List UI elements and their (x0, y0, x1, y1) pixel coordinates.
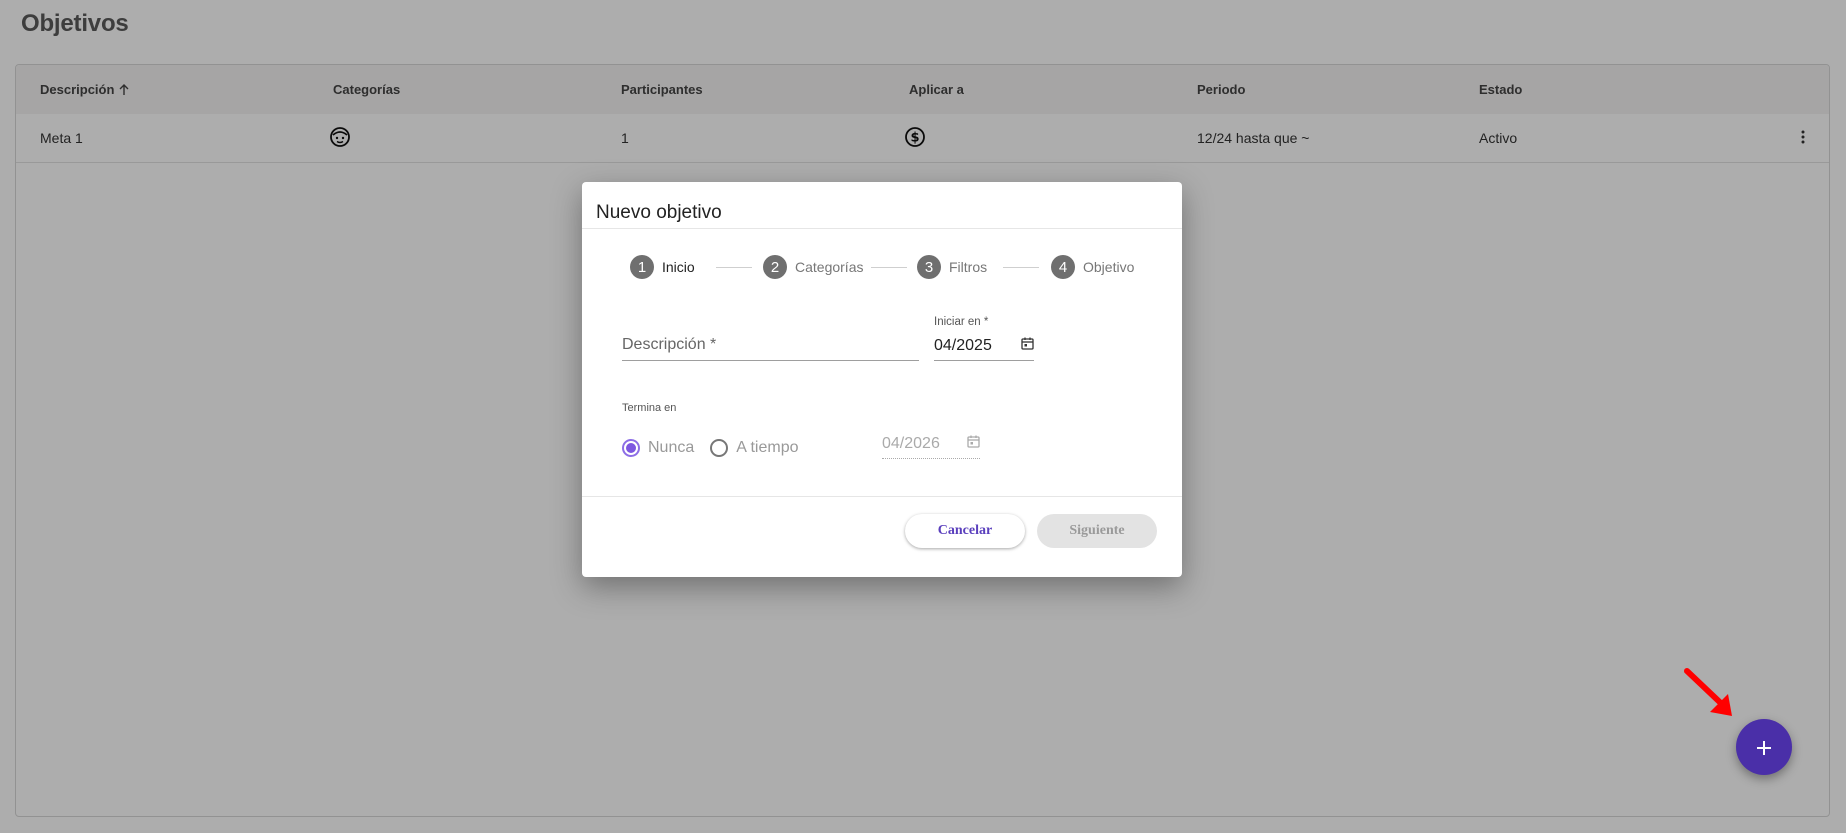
step-objetivo: 4 Objetivo (1051, 254, 1134, 280)
ends-radio-group: Nunca A tiempo (622, 436, 815, 460)
description-field (622, 330, 919, 361)
step-number: 2 (763, 255, 787, 279)
radio-button[interactable] (710, 439, 729, 457)
step-connector (1003, 267, 1039, 268)
start-date-label: Iniciar en * (934, 316, 989, 328)
next-button[interactable]: Siguiente (1037, 514, 1157, 548)
step-label: Inicio (662, 259, 695, 275)
step-number: 4 (1051, 255, 1075, 279)
cancel-button[interactable]: Cancelar (905, 514, 1025, 548)
calendar-icon[interactable] (1021, 337, 1034, 355)
radio-button[interactable] (622, 439, 640, 457)
description-input[interactable] (622, 330, 919, 358)
radio-nunca[interactable]: Nunca (622, 439, 694, 457)
step-connector (871, 267, 907, 268)
add-objective-button[interactable] (1736, 719, 1792, 775)
radio-label: Nunca (648, 439, 695, 456)
radio-a-tiempo[interactable]: A tiempo (710, 439, 799, 457)
step-number: 3 (917, 255, 941, 279)
stepper: 1 Inicio 2 Categorías 3 Filtros 4 Objeti… (630, 254, 1140, 280)
step-label: Objetivo (1083, 259, 1135, 275)
step-label: Filtros (949, 259, 988, 275)
end-date-field: 04/2026 (882, 430, 980, 459)
app-root: Objetivos Descripción Categorías Partici… (0, 0, 1846, 833)
dialog-divider (582, 496, 1182, 497)
new-objective-dialog: Nuevo objetivo 1 Inicio 2 Categorías 3 F… (582, 182, 1182, 577)
ends-label: Termina en (622, 402, 677, 414)
radio-label: A tiempo (736, 439, 799, 456)
step-filtros: 3 Filtros (917, 254, 987, 280)
step-label: Categorías (795, 259, 864, 275)
step-connector (716, 267, 752, 268)
start-date-value: 04/2025 (934, 337, 992, 354)
calendar-icon (967, 435, 980, 453)
step-number: 1 (630, 255, 654, 279)
step-inicio: 1 Inicio (630, 254, 695, 280)
annotation-arrow-icon (1680, 664, 1740, 729)
step-categorias: 2 Categorías (763, 254, 863, 280)
start-date-field[interactable]: 04/2025 (934, 332, 1034, 361)
dialog-divider (582, 228, 1182, 229)
dialog-title: Nuevo objetivo (596, 202, 722, 223)
end-date-value: 04/2026 (882, 435, 940, 452)
plus-icon (1756, 731, 1772, 763)
